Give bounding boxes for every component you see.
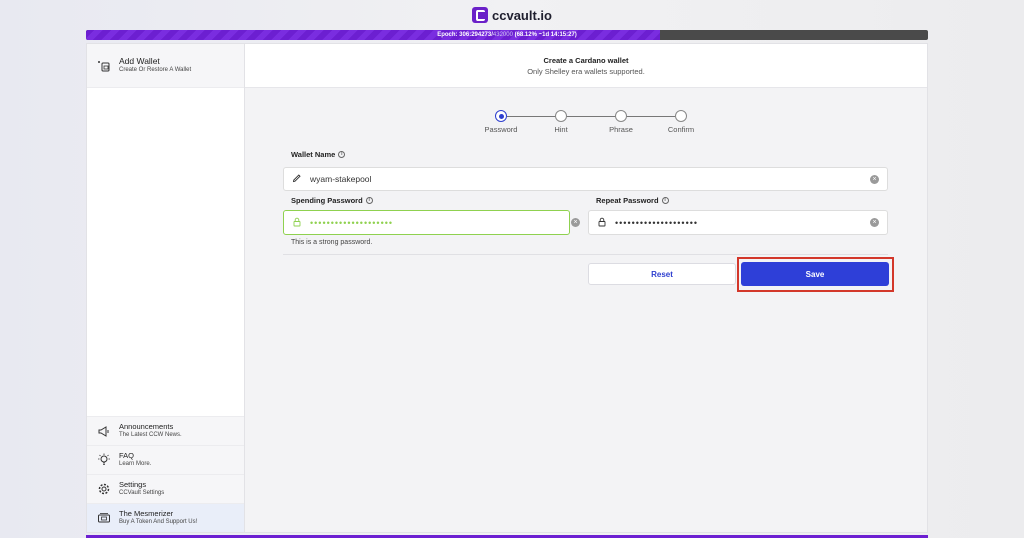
sidebar-item-sublabel: CCVault Settings (119, 490, 165, 496)
wallet-name-field[interactable]: wyam-stakepool × (283, 167, 888, 191)
sidebar-item-announcements[interactable]: Announcements The Latest CCW News. (87, 416, 244, 445)
main-panel: Create a Cardano wallet Only Shelley era… (245, 44, 927, 532)
save-button[interactable]: Save (741, 262, 889, 286)
step-active-icon (495, 110, 507, 122)
info-icon[interactable]: i (365, 197, 373, 204)
info-icon[interactable]: i (661, 197, 669, 204)
sidebar-item-mesmerizer[interactable]: The Mesmerizer Buy A Token And Support U… (87, 503, 244, 532)
sidebar-item-settings[interactable]: Settings CCVault Settings (87, 474, 244, 503)
sidebar-item-label: Add Wallet (119, 55, 160, 66)
lock-icon (292, 214, 302, 232)
repeat-password-label: Repeat Password i (596, 196, 669, 205)
step-inactive-icon (615, 110, 627, 122)
sidebar-item-faq[interactable]: FAQ Learn More. (87, 445, 244, 474)
repeat-password-value: •••••••••••••••••••• (615, 217, 699, 228)
sidebar-item-sublabel: Create Or Restore A Wallet (119, 66, 192, 73)
epoch-label: Epoch: 306:294273/432000 (68.12% ~1d 14:… (437, 32, 577, 38)
sidebar-item-label: The Mesmerizer (119, 509, 174, 518)
app-window: Add Wallet Create Or Restore A Wallet An… (86, 43, 928, 533)
sidebar-item-label: Settings (119, 480, 147, 489)
ticket-icon (97, 511, 111, 525)
repeat-password-field[interactable]: •••••••••••••••••••• × (588, 210, 888, 235)
sidebar-item-add-wallet[interactable]: Add Wallet Create Or Restore A Wallet (87, 44, 244, 88)
wizard-stepper: Password Hint Phrase Confirm (471, 110, 711, 140)
step-label: Password (484, 125, 518, 134)
sidebar-item-label: FAQ (119, 451, 135, 460)
divider (283, 254, 888, 255)
clear-icon[interactable]: × (870, 174, 879, 184)
pencil-icon (292, 170, 302, 188)
sidebar: Add Wallet Create Or Restore A Wallet An… (87, 44, 245, 532)
step-confirm: Confirm (651, 110, 711, 134)
wallet-name-value: wyam-stakepool (310, 174, 372, 184)
step-inactive-icon (555, 110, 567, 122)
reset-button[interactable]: Reset (588, 263, 736, 285)
spending-password-value: •••••••••••••••••••• (310, 217, 394, 228)
ccvault-logo-icon (472, 7, 489, 23)
lock-icon (597, 214, 607, 232)
info-icon[interactable]: i (338, 151, 346, 158)
megaphone-icon (97, 424, 111, 438)
sidebar-item-sublabel: Learn More. (119, 461, 152, 467)
clear-icon[interactable]: × (870, 218, 879, 227)
step-hint: Hint (531, 110, 591, 134)
gear-icon (97, 482, 111, 496)
app-logo[interactable]: ccvault.io (472, 7, 552, 23)
spending-password-clear[interactable]: × (567, 210, 584, 235)
step-label: Confirm (667, 125, 695, 134)
page-header: Create a Cardano wallet Only Shelley era… (245, 44, 927, 88)
app-title: ccvault.io (492, 7, 552, 23)
page-title: Create a Cardano wallet (543, 55, 629, 65)
page-subtitle: Only Shelley era wallets supported. (527, 66, 645, 76)
spending-password-label: Spending Password i (291, 196, 373, 205)
sidebar-item-sublabel: The Latest CCW News. (119, 432, 182, 438)
step-label: Hint (554, 125, 568, 134)
step-phrase: Phrase (591, 110, 651, 134)
top-bar: ccvault.io (0, 0, 1024, 30)
step-label: Phrase (609, 125, 633, 134)
password-strength-hint: This is a strong password. (291, 239, 373, 246)
clear-icon[interactable]: × (571, 218, 580, 227)
wallet-add-icon (97, 59, 111, 73)
lightbulb-icon (97, 453, 111, 467)
sidebar-item-sublabel: Buy A Token And Support Us! (119, 519, 198, 525)
sidebar-item-label: Announcements (119, 422, 174, 431)
spending-password-field[interactable]: •••••••••••••••••••• (283, 210, 570, 235)
epoch-progress-bar: Epoch: 306:294273/432000 (68.12% ~1d 14:… (86, 30, 928, 40)
step-inactive-icon (675, 110, 687, 122)
step-password: Password (471, 110, 531, 134)
wallet-name-label: Wallet Name i (291, 150, 346, 159)
